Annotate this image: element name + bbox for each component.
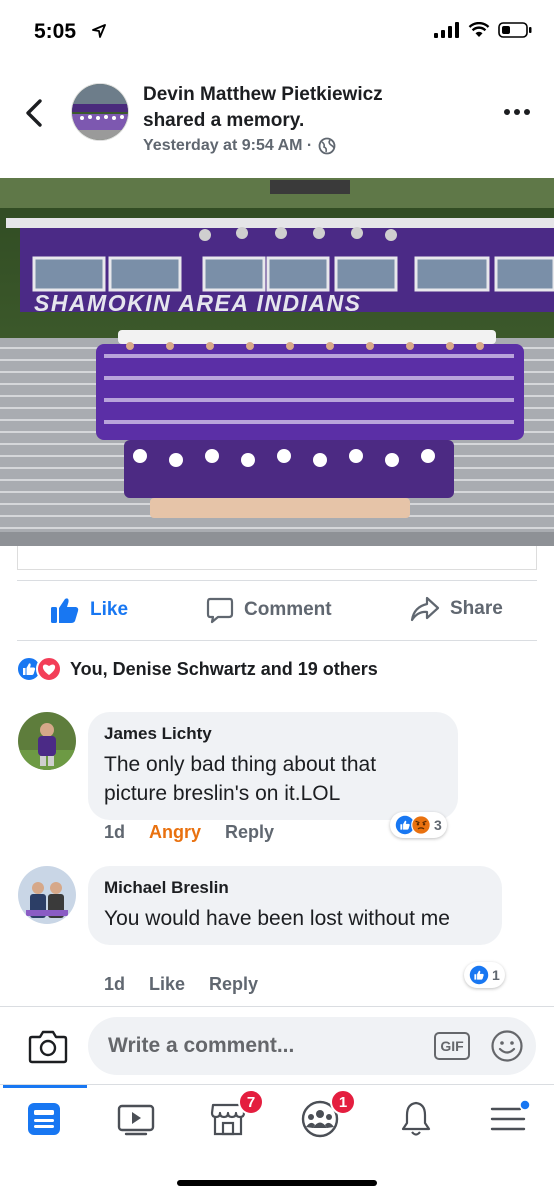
location-arrow-icon (92, 24, 106, 38)
share-button[interactable]: Share (410, 596, 503, 622)
watch-icon (117, 1104, 155, 1136)
timestamp-text: Yesterday at 9:54 AM · (143, 137, 313, 154)
post-timestamp: Yesterday at 9:54 AM · (143, 137, 336, 155)
comment-text: The only bad thing about that picture br… (104, 753, 377, 805)
composer-divider (0, 1006, 554, 1007)
emoji-icon[interactable] (490, 1029, 524, 1063)
divider (17, 640, 537, 641)
commenter-name[interactable]: Michael Breslin (104, 878, 486, 898)
nav-groups[interactable]: 1 (300, 1089, 356, 1141)
like-button[interactable]: Like (50, 596, 128, 624)
post-actions: Like Comment Share (0, 588, 554, 634)
share-label: Share (450, 598, 503, 619)
like-reaction-icon (469, 965, 489, 985)
globe-icon (318, 137, 336, 155)
commenter-avatar[interactable] (18, 712, 76, 770)
nav-active-indicator (3, 1085, 87, 1088)
comment-bubble[interactable]: Michael Breslin You would have been lost… (88, 866, 502, 945)
nav-news-feed[interactable] (24, 1099, 68, 1141)
author-avatar[interactable] (71, 83, 129, 141)
photo-frame (17, 546, 537, 570)
reactions-text: You, Denise Schwartz and 19 others (70, 658, 378, 679)
commenter-name[interactable]: James Lichty (104, 724, 442, 744)
reactions-summary[interactable]: You, Denise Schwartz and 19 others (16, 656, 378, 682)
nav-notifications[interactable] (396, 1099, 440, 1141)
divider (17, 580, 537, 581)
love-reaction-icon (36, 656, 62, 682)
commenter-avatar[interactable] (18, 866, 76, 924)
post-header: Devin Matthew Pietkiewicz shared a memor… (0, 80, 554, 160)
notifications-icon (401, 1101, 431, 1136)
reply-button[interactable]: Reply (225, 822, 274, 843)
camera-icon[interactable] (28, 1027, 68, 1065)
like-label: Like (90, 599, 129, 620)
marketplace-badge: 7 (238, 1089, 264, 1115)
thumbs-up-icon (51, 598, 79, 623)
comment-meta: 1d Angry Reply (104, 822, 274, 843)
nav-marketplace[interactable]: 7 (208, 1089, 264, 1141)
comment-time: 1d (104, 822, 126, 842)
angry-reaction-button[interactable]: Angry (149, 822, 201, 843)
reply-button[interactable]: Reply (209, 974, 258, 995)
post-author[interactable]: Devin Matthew Pietkiewicz (143, 84, 383, 106)
home-indicator (177, 1180, 377, 1186)
like-comment-button[interactable]: Like (149, 974, 185, 995)
post-photo[interactable]: SHAMOKIN AREA INDIANS (0, 178, 554, 546)
comment-bubble[interactable]: James Lichty The only bad thing about th… (88, 712, 458, 820)
nav-watch[interactable] (116, 1099, 160, 1141)
comment-text: You would have been lost without me (104, 907, 450, 930)
news-feed-icon (28, 1103, 60, 1135)
bottom-nav: 7 1 (0, 1084, 554, 1154)
angry-reaction-icon (411, 815, 431, 835)
battery-icon (498, 22, 532, 38)
more-options-icon[interactable] (502, 102, 532, 122)
nav-menu[interactable] (488, 1099, 532, 1141)
comment-meta: 1d Like Reply (104, 974, 258, 995)
comment-label: Comment (244, 599, 332, 620)
comment-reaction-count[interactable]: 1 (464, 962, 505, 988)
signal-icon (434, 22, 459, 38)
back-arrow-icon[interactable] (22, 98, 48, 128)
photo-banner-text: SHAMOKIN AREA INDIANS (34, 290, 362, 316)
comment-bubble-icon (206, 597, 234, 624)
groups-badge: 1 (330, 1089, 356, 1115)
post-action: shared a memory. (143, 110, 305, 131)
reaction-count: 1 (492, 967, 500, 983)
comment-reaction-count[interactable]: 3 (390, 812, 447, 838)
comment-button[interactable]: Comment (206, 596, 332, 624)
gif-button[interactable]: GIF (434, 1032, 470, 1060)
comment-input-placeholder: Write a comment... (108, 1034, 295, 1057)
share-arrow-icon (410, 596, 440, 622)
menu-icon (490, 1099, 531, 1131)
wifi-icon (468, 22, 490, 37)
status-bar: 5:05 (0, 0, 554, 64)
comment-input[interactable]: Write a comment... GIF (88, 1017, 536, 1075)
reaction-count: 3 (434, 817, 442, 833)
status-time: 5:05 (34, 20, 77, 43)
comment-time: 1d (104, 974, 126, 994)
